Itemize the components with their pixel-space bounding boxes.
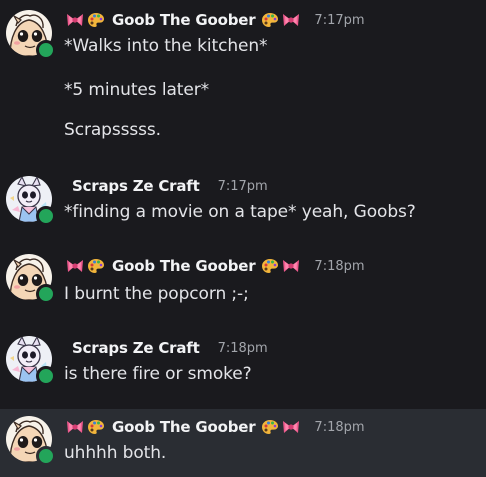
message-text: Scrapsssss. — [64, 120, 161, 140]
message-header: Goob The Goober 7:17pm — [66, 10, 365, 30]
message-text: *Walks into the kitchen* — [64, 36, 268, 56]
timestamp[interactable]: 7:18pm — [314, 259, 364, 274]
username[interactable]: Scraps Ze Craft — [72, 339, 200, 357]
timestamp[interactable]: 7:17pm — [314, 13, 364, 28]
avatar[interactable] — [6, 254, 56, 304]
avatar[interactable] — [6, 336, 56, 386]
username[interactable]: Goob The Goober — [112, 11, 256, 29]
message-text: *finding a movie on a tape* yeah, Goobs? — [64, 202, 416, 222]
avatar[interactable] — [6, 176, 56, 226]
palette-icon — [261, 258, 279, 274]
username[interactable]: Scraps Ze Craft — [72, 177, 200, 195]
timestamp[interactable]: 7:18pm — [218, 341, 268, 356]
username[interactable]: Goob The Goober — [112, 418, 256, 436]
palette-icon — [87, 12, 105, 28]
online-status-icon — [36, 40, 56, 60]
ribbon-icon — [66, 419, 84, 435]
avatar[interactable] — [6, 10, 56, 60]
message-group-hovered[interactable]: Goob The Goober 7:18pm uhhhh both. — [0, 409, 486, 477]
palette-icon — [87, 258, 105, 274]
ribbon-icon — [282, 12, 300, 28]
message-header: Goob The Goober 7:18pm — [66, 256, 365, 276]
message-header: Scraps Ze Craft 7:18pm — [66, 338, 268, 358]
online-status-icon — [36, 206, 56, 226]
online-status-icon — [36, 446, 56, 466]
username[interactable]: Goob The Goober — [112, 257, 256, 275]
ribbon-icon — [66, 258, 84, 274]
message-group: Scraps Ze Craft 7:17pm *finding a movie … — [0, 168, 486, 234]
message-text: is there fire or smoke? — [64, 364, 252, 384]
palette-icon — [87, 419, 105, 435]
message-header: Goob The Goober 7:18pm — [66, 417, 365, 437]
ribbon-icon — [282, 258, 300, 274]
message-group: Goob The Goober 7:18pm I burnt the popco… — [0, 246, 486, 316]
message-group: Scraps Ze Craft 7:18pm is there fire or … — [0, 330, 486, 400]
palette-icon — [261, 419, 279, 435]
message-group: Goob The Goober 7:17pm *Walks into the k… — [0, 0, 486, 160]
online-status-icon — [36, 366, 56, 386]
message-text: uhhhh both. — [64, 443, 167, 463]
palette-icon — [261, 12, 279, 28]
timestamp[interactable]: 7:18pm — [314, 420, 364, 435]
ribbon-icon — [66, 12, 84, 28]
timestamp[interactable]: 7:17pm — [218, 179, 268, 194]
message-text: I burnt the popcorn ;-; — [64, 284, 249, 304]
ribbon-icon — [282, 419, 300, 435]
message-header: Scraps Ze Craft 7:17pm — [66, 176, 268, 196]
message-text: *5 minutes later* — [64, 80, 209, 100]
avatar[interactable] — [6, 416, 56, 466]
chat-message-list: Goob The Goober 7:17pm *Walks into the k… — [0, 0, 486, 477]
online-status-icon — [36, 284, 56, 304]
